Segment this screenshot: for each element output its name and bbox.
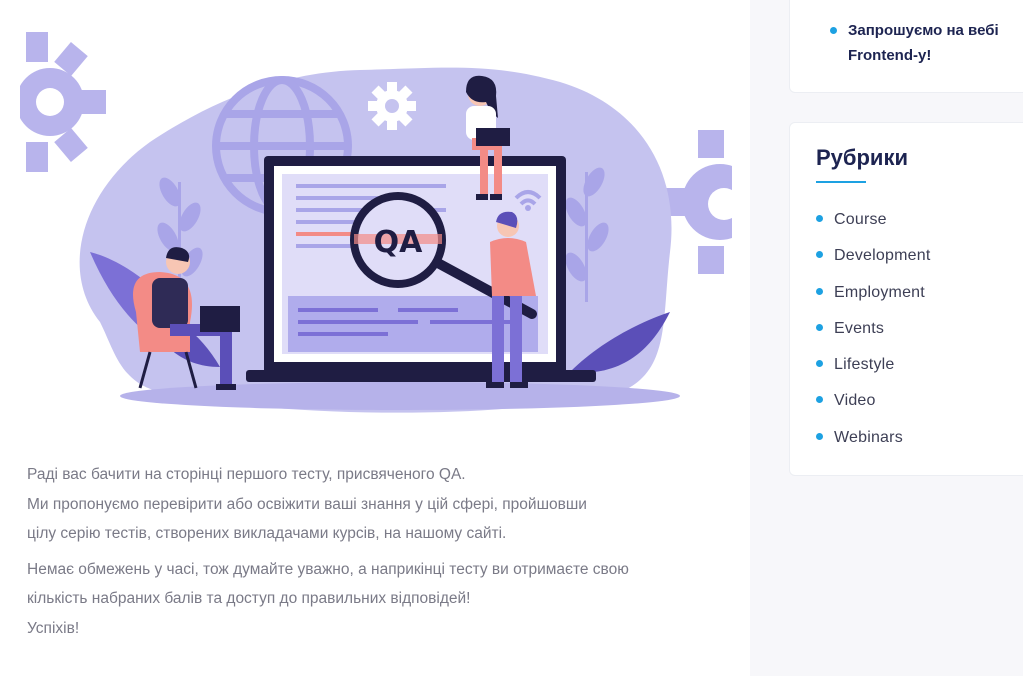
- qa-badge: QA: [374, 225, 424, 260]
- text-line: Успіхів!: [27, 619, 80, 637]
- text-line: Ми пропонуємо перевірити або освіжити ва…: [27, 495, 587, 513]
- widget-title: Рубрики: [816, 145, 908, 170]
- recent-post-title-line: Запрошуємо на вебі: [848, 22, 999, 39]
- text-line: кількість набраних балів та доступ до пр…: [27, 590, 471, 607]
- recent-post-title-line: Frontend-у!: [848, 47, 932, 64]
- text-line: Раді вас бачити на сторінці першого тест…: [27, 466, 466, 483]
- article-text: Раді вас бачити на сторінці першого тест…: [27, 460, 737, 649]
- category-development[interactable]: Development: [816, 243, 930, 279]
- text-line: цілу серію тестів, створених викладачами…: [27, 525, 507, 542]
- bullet-icon: [816, 396, 823, 404]
- rules-paragraph: Немає обмежень у часі, тож думайте уважн…: [27, 555, 737, 644]
- bullet-icon: [816, 360, 823, 368]
- category-events[interactable]: Events: [816, 316, 930, 352]
- category-employment[interactable]: Employment: [816, 280, 930, 316]
- category-video[interactable]: Video: [816, 388, 930, 424]
- category-course[interactable]: Course: [816, 207, 930, 243]
- categories-widget: Рубрики Course Development Employment Ev…: [789, 122, 1023, 476]
- category-label: Course: [834, 211, 887, 228]
- qa-illustration: QA: [20, 32, 732, 413]
- bullet-icon: [816, 251, 823, 259]
- text-line: Немає обмежень у часі, тож думайте уважн…: [27, 560, 629, 578]
- category-list: Course Development Employment Events Lif…: [816, 207, 930, 461]
- category-label: Events: [834, 319, 885, 337]
- recent-post-link[interactable]: Запрошуємо на вебі Frontend-у!: [830, 18, 999, 68]
- category-label: Employment: [834, 283, 925, 301]
- bullet-icon: [816, 215, 823, 222]
- bullet-icon: [816, 287, 823, 295]
- intro-paragraph: Раді вас бачити на сторінці першого тест…: [27, 460, 737, 549]
- bullet-icon: [816, 432, 823, 440]
- article-content: QA Раді вас бачити на сторінці першого т…: [0, 0, 750, 676]
- bullet-icon: [830, 27, 837, 34]
- category-label: Webinars: [834, 428, 903, 446]
- category-lifestyle[interactable]: Lifestyle: [816, 352, 930, 388]
- title-underline: [816, 181, 866, 183]
- category-label: Video: [834, 392, 876, 410]
- recent-posts-widget: Запрошуємо на вебі Frontend-у!: [789, 0, 1023, 93]
- category-label: Lifestyle: [834, 356, 895, 374]
- category-webinars[interactable]: Webinars: [816, 425, 930, 461]
- bullet-icon: [816, 323, 823, 331]
- category-label: Development: [834, 247, 931, 265]
